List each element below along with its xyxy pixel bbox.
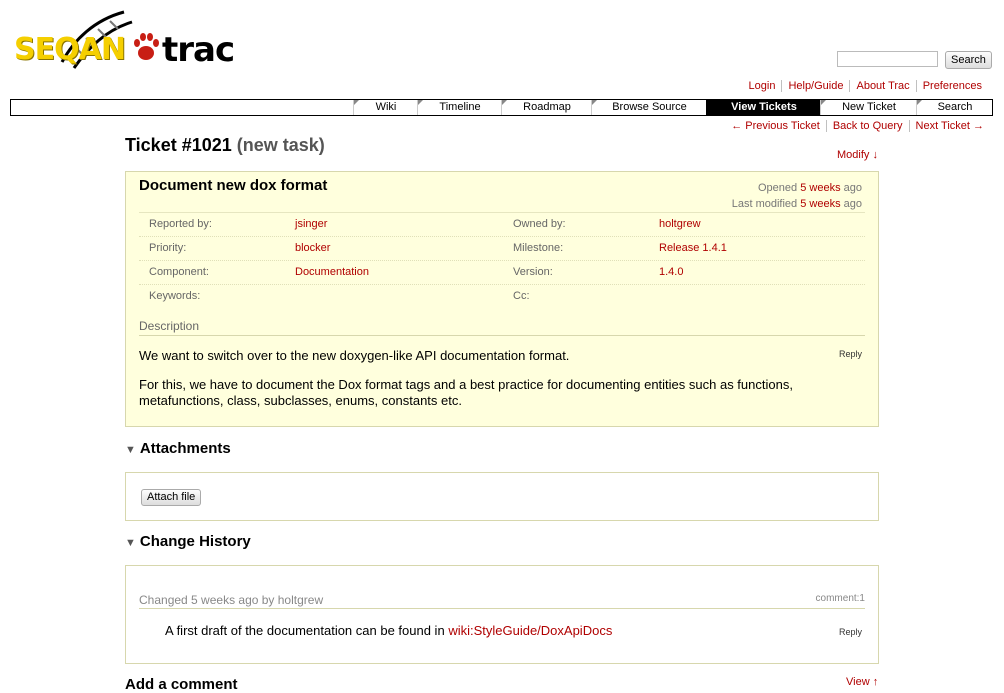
cc-label: Cc:	[513, 290, 530, 302]
props-row: Reported by: jsinger Owned by: holtgrew	[139, 213, 865, 237]
owned-by-label: Owned by:	[513, 218, 566, 230]
version-link[interactable]: 1.4.0	[659, 266, 683, 278]
description-reply-button[interactable]: Reply	[839, 349, 862, 359]
preferences-link[interactable]: Preferences	[915, 80, 988, 92]
logo-trac-text: trac	[162, 30, 235, 70]
description-paragraph: For this, we have to document the Dox fo…	[139, 377, 793, 408]
tab-view-tickets-label: View Tickets	[731, 101, 797, 113]
ticket-summary: Document new dox format	[139, 177, 328, 194]
add-comment-heading: Add a comment	[125, 676, 238, 693]
meta-nav: Login Help/Guide About Trac Preferences	[743, 80, 988, 92]
owned-by-link[interactable]: holtgrew	[659, 218, 701, 230]
page-title: Ticket #1021 (new task)	[125, 135, 325, 156]
view-link[interactable]: View ↑	[846, 676, 878, 688]
help-guide-link[interactable]: Help/Guide	[781, 80, 850, 92]
tab-roadmap[interactable]: Roadmap	[501, 100, 592, 115]
opened-link[interactable]: 5 weeks	[800, 182, 840, 194]
change-history-box: Changed 5 weeks ago by holtgrew comment:…	[125, 565, 879, 664]
logo-seqan-text: SEQAN	[14, 32, 126, 67]
ticket-properties: Reported by: jsinger Owned by: holtgrew …	[139, 212, 865, 308]
keywords-label: Keywords:	[149, 290, 201, 302]
tab-new-ticket[interactable]: New Ticket	[820, 100, 917, 115]
previous-ticket-link[interactable]: ← Previous Ticket	[725, 120, 826, 132]
ticket-status: (new task)	[236, 135, 325, 155]
ticket-box: Document new dox format Opened 5 weeks a…	[125, 171, 879, 427]
tab-new-ticket-label: New Ticket	[842, 101, 896, 113]
priority-label: Priority:	[149, 242, 187, 254]
tab-wiki[interactable]: Wiki	[353, 100, 418, 115]
modified-link[interactable]: 5 weeks	[800, 198, 840, 210]
change-info: Changed 5 weeks ago by holtgrew	[139, 593, 324, 607]
component-label: Component:	[149, 266, 209, 278]
collapse-triangle-icon: ▼	[125, 537, 136, 549]
modified-suffix: ago	[843, 198, 862, 210]
milestone-label: Milestone:	[513, 242, 564, 254]
paw-icon	[134, 33, 159, 60]
tab-wiki-label: Wiki	[375, 101, 397, 113]
attach-file-button[interactable]: Attach file	[141, 489, 202, 506]
next-ticket-link[interactable]: Next Ticket →	[908, 120, 990, 132]
props-row: Priority: blocker Milestone: Release 1.4…	[139, 237, 865, 261]
tab-roadmap-label: Roadmap	[523, 101, 571, 113]
modified-label: Last modified	[731, 198, 798, 210]
description-paragraph: We want to switch over to the new doxyge…	[139, 348, 570, 363]
about-trac-link[interactable]: About Trac	[849, 80, 916, 92]
tab-search[interactable]: Search	[916, 100, 993, 115]
tab-timeline[interactable]: Timeline	[417, 100, 502, 115]
ticket-number: Ticket #1021	[125, 135, 232, 155]
version-label: Version:	[513, 266, 553, 278]
comment-reply-button[interactable]: Reply	[839, 627, 862, 637]
reported-by-link[interactable]: jsinger	[295, 218, 327, 230]
change-history-heading-label: Change History	[139, 533, 251, 550]
attachments-box: Attach file	[125, 472, 879, 521]
wiki-link[interactable]: wiki:StyleGuide/DoxApiDocs	[448, 623, 612, 638]
seqan-trac-logo[interactable]: SEQAN trac	[14, 10, 235, 74]
comment-number-link[interactable]: comment:1	[816, 593, 865, 604]
tab-search-label: Search	[937, 101, 973, 113]
context-nav: ← Previous Ticket Back to Query Next Ticke…	[725, 120, 990, 132]
description-label: Description	[139, 319, 865, 336]
change-header: Changed 5 weeks ago by holtgrew comment:…	[139, 593, 865, 609]
modify-link[interactable]: Modify ↓	[837, 149, 878, 161]
attachments-heading[interactable]: ▼ Attachments	[125, 440, 231, 457]
change-history-heading[interactable]: ▼ Change History	[125, 533, 251, 550]
search-button[interactable]: Search	[945, 51, 992, 69]
milestone-link[interactable]: Release 1.4.1	[659, 242, 727, 254]
attachments-heading-label: Attachments	[139, 440, 231, 457]
main-nav: Wiki Timeline Roadmap Browse Source View…	[10, 99, 993, 116]
tab-browse-source-label: Browse Source	[612, 101, 687, 113]
comment-text: A first draft of the documentation can b…	[165, 623, 612, 638]
collapse-triangle-icon: ▼	[125, 444, 136, 456]
tab-view-tickets[interactable]: View Tickets	[706, 100, 821, 115]
opened-suffix: ago	[843, 182, 862, 194]
props-row: Keywords: Cc:	[139, 285, 865, 308]
opened-label: Opened	[758, 182, 798, 194]
back-to-query-link[interactable]: Back to Query	[825, 120, 909, 132]
props-row: Component: Documentation Version: 1.4.0	[139, 261, 865, 285]
login-link[interactable]: Login	[743, 80, 782, 92]
search-input[interactable]	[837, 51, 938, 67]
component-link[interactable]: Documentation	[295, 266, 369, 278]
comment-prefix: A first draft of the documentation can b…	[165, 623, 445, 638]
ticket-dates: Opened 5 weeks ago Last modified 5 weeks…	[732, 180, 862, 212]
reported-by-label: Reported by:	[149, 218, 212, 230]
tab-browse-source[interactable]: Browse Source	[591, 100, 707, 115]
priority-link[interactable]: blocker	[295, 242, 330, 254]
tab-timeline-label: Timeline	[439, 101, 481, 113]
